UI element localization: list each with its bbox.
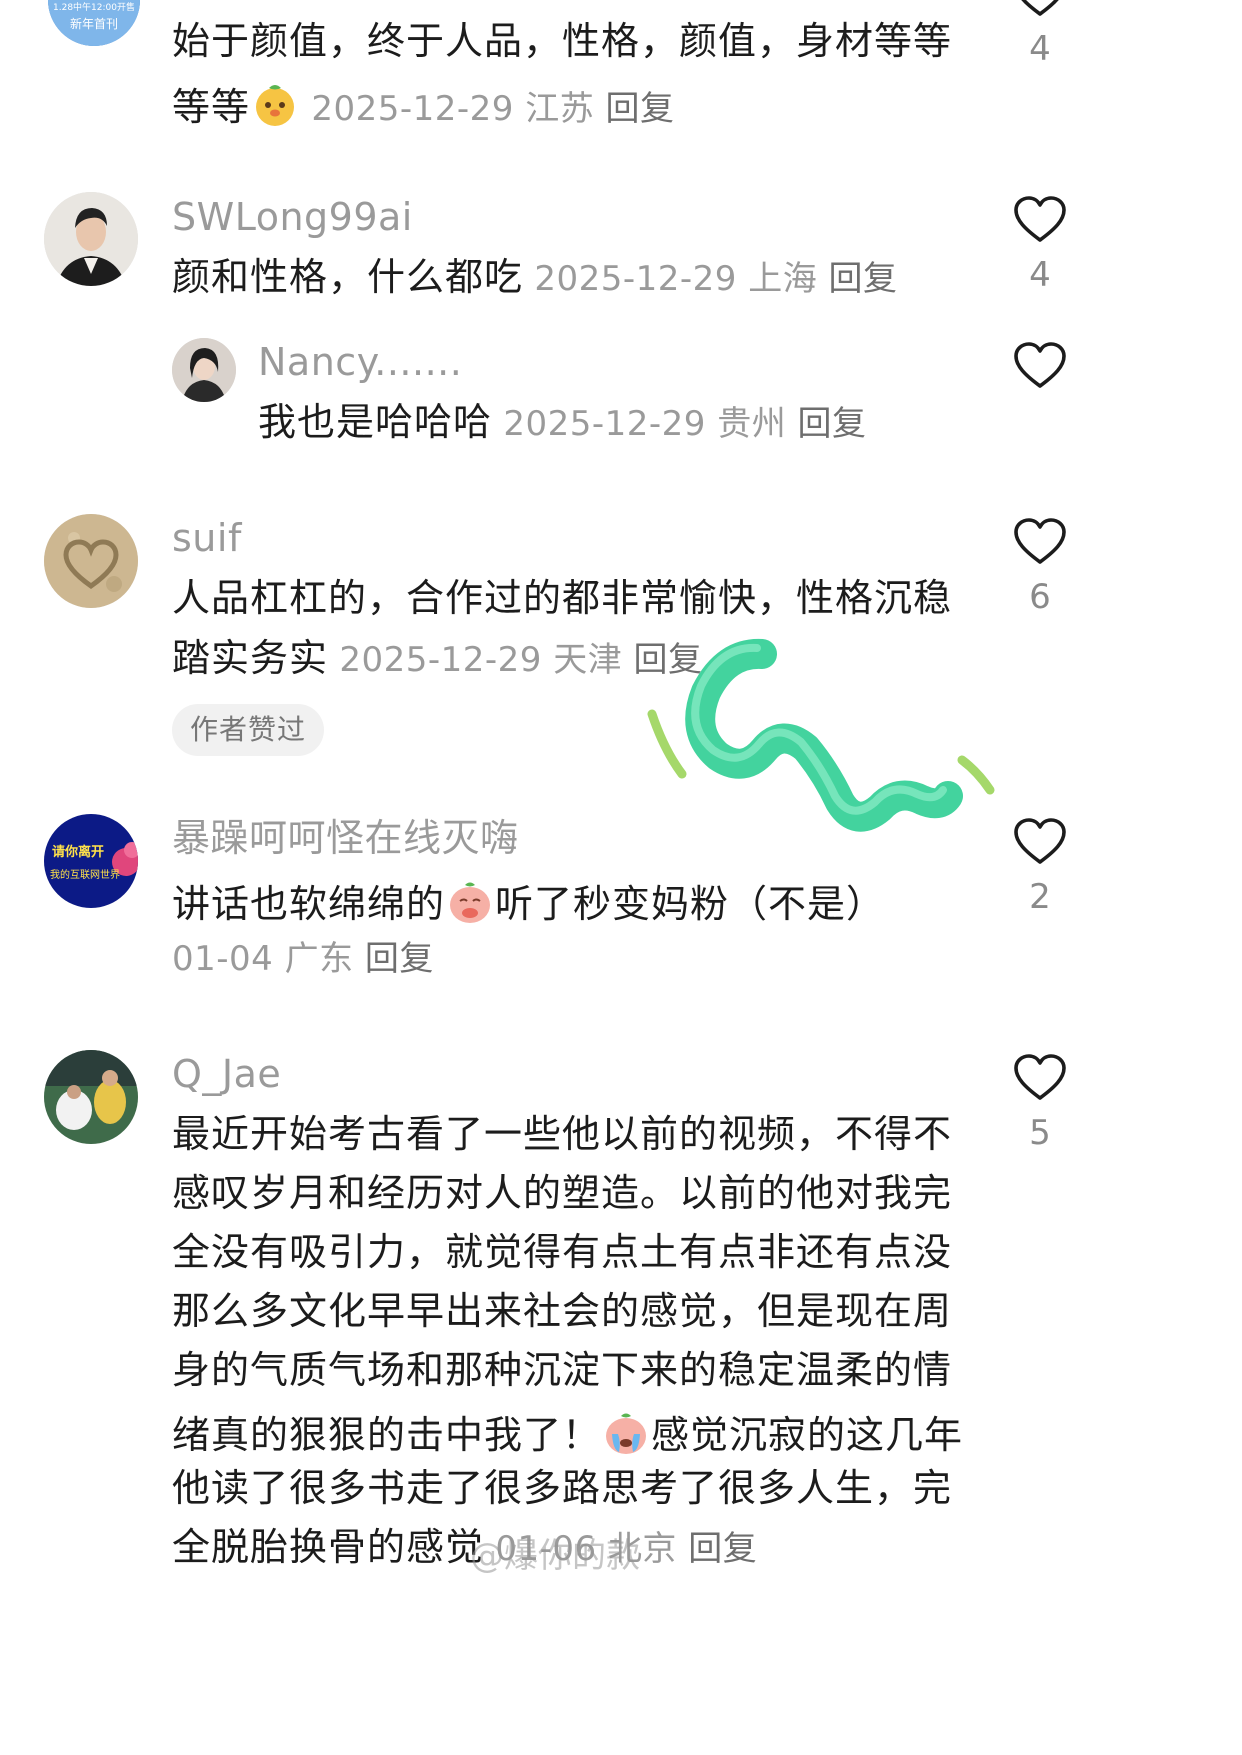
author-liked-badge: 作者赞过 — [172, 704, 325, 756]
like-button[interactable]: 2 — [1012, 818, 1068, 914]
comment-text: 那么多文化早早出来社会的感觉，但是现在周 — [172, 1289, 953, 1333]
heart-icon — [1014, 818, 1066, 864]
like-count: 5 — [1029, 1113, 1051, 1153]
comment-location: 上海 — [748, 259, 818, 299]
avatar[interactable]: 请你离开 我的互联网世界 — [44, 814, 138, 908]
username[interactable]: Nancy....... — [258, 343, 462, 381]
heart-icon — [1014, 342, 1066, 388]
comment-text-line2: 踏实务实 2025-12-29 天津 回复 — [172, 639, 703, 677]
comment-date: 2025-12-29 — [534, 259, 737, 299]
avatar[interactable] — [44, 192, 138, 286]
comment-text: 讲话也软绵绵的 — [172, 882, 446, 926]
comment-text-line: 颜和性格，什么都吃 2025-12-29 上海 回复 — [172, 258, 898, 296]
avatar-text: 新年首刊 — [70, 16, 118, 31]
comment-text-cont: 踏实务实 — [172, 636, 329, 680]
like-button[interactable]: 5 — [1012, 1054, 1068, 1150]
comment-text: 他读了很多书走了很多路思考了很多人生，完 — [172, 1466, 953, 1510]
comment-text: 全脱胎换骨的感觉 — [172, 1525, 485, 1569]
avatar[interactable] — [172, 338, 236, 402]
avatar[interactable]: 1.28中午12:00开售 新年首刊 — [48, 0, 140, 46]
avatar-text: 我的互联网世界 — [50, 868, 120, 881]
comment-text: 始于颜值，终于人品，性格，颜值，身材等等 — [172, 19, 953, 63]
username[interactable]: Q_Jae — [172, 1055, 281, 1093]
like-count: 6 — [1029, 577, 1051, 617]
reply-button[interactable]: 回复 — [829, 259, 898, 299]
comment-text-line: 绪真的狠狠的击中我了！ 感觉沉寂的这几年 — [172, 1410, 963, 1456]
reply-button[interactable]: 回复 — [365, 939, 434, 979]
crying-face-emoji-icon — [606, 1413, 647, 1454]
like-count: 4 — [1029, 29, 1051, 69]
comment-text: 最近开始考古看了一些他以前的视频，不得不 — [172, 1112, 953, 1156]
like-count: 4 — [1029, 255, 1051, 295]
comment-text-cont: 等等 — [172, 85, 251, 129]
reply-button[interactable]: 回复 — [606, 89, 675, 129]
comment-date: 2025-12-29 — [503, 404, 706, 444]
avatar-text: 请你离开 — [52, 844, 104, 860]
comment-date: 01-04 — [172, 939, 274, 979]
comment-location: 天津 — [553, 640, 623, 680]
comment-text: 全没有吸引力，就觉得有点土有点非还有点没 — [172, 1230, 953, 1274]
like-button[interactable] — [1012, 342, 1068, 390]
like-button[interactable]: 6 — [1012, 518, 1068, 614]
shy-face-emoji-icon — [450, 882, 491, 923]
comment-location: 江苏 — [525, 89, 595, 129]
comment-text-line: 全脱胎换骨的感觉 01-06 北京 回复 — [172, 1528, 757, 1566]
comment-location: 贵州 — [717, 404, 787, 444]
avatar-text: 1.28中午12:00开售 — [53, 1, 135, 13]
dog-emoji-icon — [256, 85, 295, 126]
avatar[interactable] — [44, 1050, 138, 1144]
username[interactable]: SWLong99ai — [172, 198, 413, 236]
username[interactable]: suif — [172, 519, 242, 557]
heart-icon — [1021, 0, 1059, 16]
comment-text-line2: 等等 2025-12-29 江苏 回复 — [172, 82, 675, 128]
comment-text-line: 我也是哈哈哈 2025-12-29 贵州 回复 — [258, 403, 867, 441]
heart-icon — [1014, 518, 1066, 564]
comment-text: 颜和性格，什么都吃 — [172, 255, 524, 299]
watermark: @爆你的款 — [470, 1536, 640, 1576]
comment-date: 2025-12-29 — [311, 89, 514, 129]
comment-meta: 01-04 广东 回复 — [172, 942, 434, 976]
heart-icon — [1014, 1054, 1066, 1100]
comment-text-line: 讲话也软绵绵的 听了秒变妈粉（不是） — [172, 879, 885, 925]
username[interactable]: 暴躁呵呵怪在线灭嗨 — [172, 819, 519, 857]
comment-text-cont: 听了秒变妈粉（不是） — [495, 882, 886, 926]
reply-button[interactable]: 回复 — [688, 1529, 757, 1569]
comment-location: 广东 — [284, 939, 354, 979]
comment-date: 2025-12-29 — [339, 640, 542, 680]
comment-text: 身的气质气场和那种沉淀下来的稳定温柔的情 — [172, 1348, 953, 1392]
heart-icon — [1014, 196, 1066, 242]
comment-text: 人品杠杠的，合作过的都非常愉快，性格沉稳 — [172, 576, 953, 620]
like-count: 2 — [1029, 877, 1051, 917]
comment-text: 绪真的狠狠的击中我了！ — [172, 1413, 602, 1457]
reply-button[interactable]: 回复 — [798, 404, 867, 444]
like-button[interactable]: 4 — [1012, 196, 1068, 292]
avatar[interactable] — [44, 514, 138, 608]
like-button[interactable]: 4 — [1012, 0, 1068, 66]
comment-text: 我也是哈哈哈 — [258, 400, 493, 444]
comment-text: 感觉沉寂的这几年 — [651, 1413, 964, 1457]
squiggle-sticker — [647, 638, 995, 832]
comment-text: 感叹岁月和经历对人的塑造。以前的他对我完 — [172, 1171, 953, 1215]
